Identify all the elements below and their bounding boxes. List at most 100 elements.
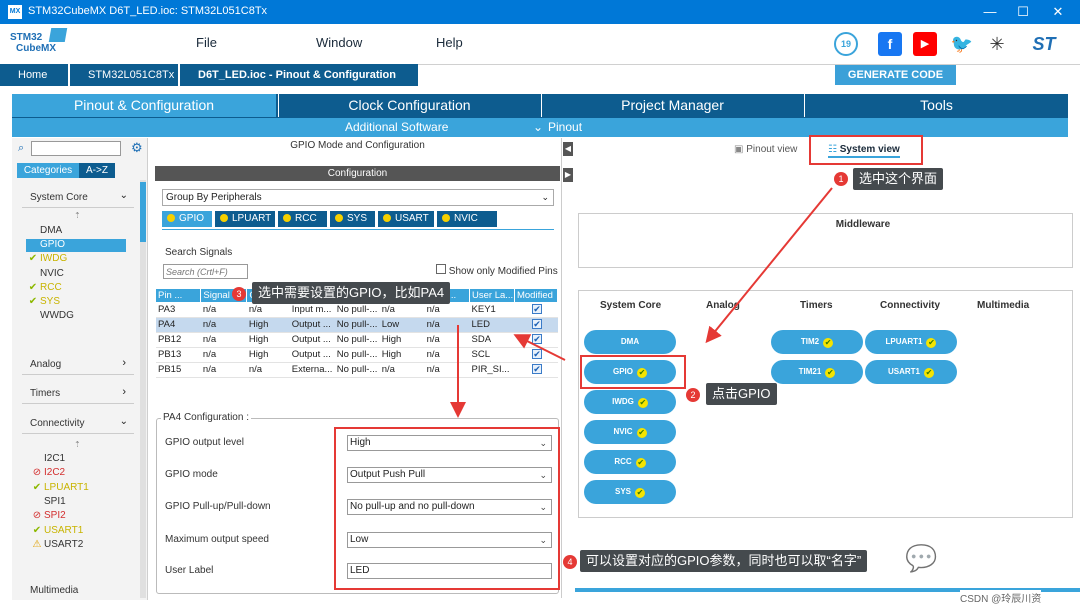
modified-checkbox[interactable]: ✔	[531, 319, 542, 329]
table-row[interactable]: PB13 n/a High Output ... No pull-... High n/a S…	[156, 347, 558, 363]
anniversary-icon[interactable]: 19	[834, 32, 858, 56]
modified-cell: ✔	[514, 347, 558, 363]
tab-gpio[interactable]: GPIO	[162, 211, 212, 227]
pill-dma[interactable]: DMA	[584, 330, 676, 354]
table-cell: High	[379, 347, 425, 363]
show-modified-checkbox[interactable]: Show only Modified Pins	[436, 264, 558, 277]
gear-icon[interactable]: ⚙	[131, 140, 143, 156]
stm32cubemx-logo: STM32 CubeMX	[10, 28, 72, 58]
close-button[interactable]: ✕	[1043, 2, 1073, 22]
table-row[interactable]: PA4 n/a High Output ... No pull-... Low n/a LED…	[156, 317, 558, 333]
twitter-icon[interactable]: 🐦	[950, 32, 974, 56]
tab-nvic[interactable]: NVIC	[437, 211, 497, 227]
section-timers[interactable]: Timers ›	[22, 386, 134, 404]
table-cell: SDA	[469, 332, 515, 348]
breadcrumb-project[interactable]: D6T_LED.ioc - Pinout & Configuration	[178, 64, 418, 86]
tab-tools[interactable]: Tools	[804, 94, 1068, 117]
minimize-button[interactable]: —	[975, 2, 1005, 22]
table-cell: PA3	[156, 302, 201, 318]
section-label: Connectivity	[30, 418, 85, 429]
pill-tim2[interactable]: TIM2 ✔	[771, 330, 863, 354]
category-item[interactable]: ✔ IWDG	[26, 253, 126, 266]
category-item[interactable]: ✔ USART1	[30, 525, 130, 538]
wechat-icon: 💬	[905, 543, 938, 573]
network-icon[interactable]: ✳	[985, 32, 1009, 56]
breadcrumb-device[interactable]: STM32L051C8Tx	[68, 64, 178, 86]
column-header[interactable]: Modified	[514, 289, 558, 302]
category-item[interactable]: DMA	[26, 225, 126, 238]
category-item[interactable]: NVIC	[26, 268, 126, 281]
modified-checkbox[interactable]: ✔	[531, 334, 542, 344]
collapse-right-icon[interactable]: ▶	[563, 168, 573, 182]
category-item-label: LPUART1	[44, 481, 89, 493]
breadcrumb-home[interactable]: Home	[0, 64, 68, 86]
category-item[interactable]: ✔ LPUART1	[30, 482, 130, 495]
category-item[interactable]: WWDG	[26, 310, 126, 323]
pinout-view-tab[interactable]: ▣ Pinout view	[734, 144, 797, 155]
pill-lpuart1[interactable]: LPUART1 ✔	[865, 330, 957, 354]
pinout-menu[interactable]: Pinout	[548, 120, 582, 134]
field-label: User Label	[165, 565, 214, 576]
generate-code-button[interactable]: GENERATE CODE	[835, 65, 956, 85]
pill-rcc[interactable]: RCC ✔	[584, 450, 676, 474]
youtube-icon[interactable]: ▶	[913, 32, 937, 56]
column-header[interactable]: User La...	[469, 289, 515, 302]
category-item[interactable]: ⊘ I2C2	[30, 467, 130, 480]
table-cell: KEY1	[469, 302, 515, 318]
category-item[interactable]: ✔ SYS	[26, 296, 126, 309]
maximize-button[interactable]: ☐	[1008, 2, 1038, 22]
category-search-input[interactable]	[31, 141, 121, 156]
search-signals-input[interactable]	[163, 264, 248, 279]
modified-checkbox[interactable]: ✔	[531, 303, 542, 314]
menu-file[interactable]: File	[196, 35, 217, 50]
category-item[interactable]: ✔ RCC	[26, 282, 126, 295]
menu-help[interactable]: Help	[436, 35, 463, 50]
section-multimedia[interactable]: Multimedia	[22, 585, 134, 597]
tab-lpuart[interactable]: LPUART	[215, 211, 275, 227]
search-icon: ⌕	[18, 142, 25, 154]
annotation-box-4	[334, 427, 560, 590]
check-icon: ✔	[28, 281, 38, 293]
modified-checkbox[interactable]: ✔	[531, 364, 542, 374]
category-scrollbar[interactable]	[140, 180, 146, 598]
section-system-core[interactable]: System Core ⌄	[22, 190, 134, 208]
tab-usart[interactable]: USART	[378, 211, 434, 227]
check-icon: ✔	[926, 338, 937, 348]
section-analog[interactable]: Analog ›	[22, 357, 134, 375]
pill-iwdg[interactable]: IWDG ✔	[584, 390, 676, 414]
table-cell: High	[379, 332, 425, 348]
pill-nvic[interactable]: NVIC ✔	[584, 420, 676, 444]
group-by-select[interactable]: Group By Peripherals ⌄	[162, 189, 554, 206]
table-cell: n/a	[379, 302, 425, 318]
category-item[interactable]: ⚠ USART2	[30, 539, 130, 552]
category-item[interactable]: GPIO	[26, 239, 126, 253]
modified-checkbox[interactable]: ✔	[531, 349, 542, 359]
tab-a-z[interactable]: A->Z	[79, 163, 115, 178]
tab-label: SYS	[347, 213, 368, 224]
column-header[interactable]: Pin ...	[156, 289, 202, 302]
pill-sys[interactable]: SYS ✔	[584, 480, 676, 504]
table-cell: n/a	[424, 302, 470, 318]
table-row[interactable]: PA3 n/a n/a Input m... No pull-... n/a n/a KEY1…	[156, 302, 558, 318]
st-logo-icon[interactable]: ST	[1022, 32, 1066, 56]
facebook-icon[interactable]: f	[878, 32, 902, 56]
pill-usart1[interactable]: USART1 ✔	[865, 360, 957, 384]
category-item[interactable]: SPI1	[30, 496, 130, 509]
section-connectivity[interactable]: Connectivity ⌄	[22, 416, 134, 434]
collapse-left-icon[interactable]: ◀	[563, 142, 573, 156]
field-label: GPIO Pull-up/Pull-down	[165, 501, 271, 512]
sort-icon: ⇡	[74, 440, 81, 449]
table-row[interactable]: PB15 n/a n/a Externa... No pull-... n/a n/a PIR…	[156, 362, 558, 378]
tab-clock-configuration[interactable]: Clock Configuration	[278, 94, 540, 117]
tab-categories[interactable]: Categories	[17, 163, 79, 178]
menu-window[interactable]: Window	[316, 35, 362, 50]
pill-tim21[interactable]: TIM21 ✔	[771, 360, 863, 384]
table-row[interactable]: PB12 n/a High Output ... No pull-... High n/a S…	[156, 332, 558, 348]
tab-project-manager[interactable]: Project Manager	[541, 94, 803, 117]
tab-pinout-configuration[interactable]: Pinout & Configuration	[12, 94, 276, 117]
tab-rcc[interactable]: RCC	[278, 211, 327, 227]
additional-software-menu[interactable]: Additional Software	[345, 120, 448, 134]
category-item[interactable]: I2C1	[30, 453, 130, 466]
category-item[interactable]: ⊘ SPI2	[30, 510, 130, 523]
tab-sys[interactable]: SYS	[330, 211, 375, 227]
